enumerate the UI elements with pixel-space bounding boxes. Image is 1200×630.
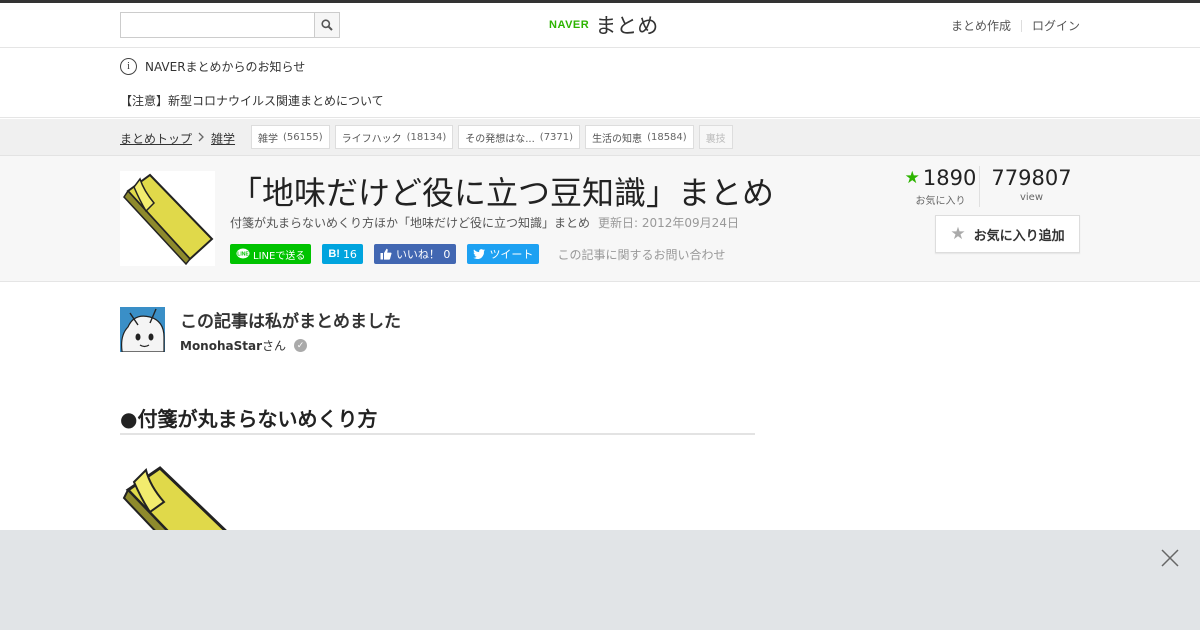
logo-brand: NAVER	[549, 19, 590, 31]
author-suffix: さん	[262, 339, 287, 353]
tag-count: (18584)	[647, 131, 687, 143]
tag-count: (7371)	[539, 131, 574, 143]
line-icon: LINE	[236, 248, 250, 260]
author-heading: この記事は私がまとめました	[180, 312, 401, 332]
breadcrumb-item-top[interactable]: まとめトップ	[120, 130, 192, 147]
tag-label: その発想はな...	[465, 133, 535, 145]
notice-title: i NAVERまとめからのお知らせ	[120, 58, 305, 75]
hatena-bookmark-button[interactable]: B! 16	[322, 244, 363, 264]
author-username[interactable]: MonohaStar	[180, 339, 262, 353]
verified-check-icon: ✓	[294, 339, 308, 352]
twitter-share-label: ツイート	[489, 248, 534, 261]
twitter-share-button[interactable]: ツイート	[467, 244, 540, 264]
favorite-stat: ★ 1890 お気に入り	[905, 166, 980, 207]
divider	[1020, 19, 1022, 32]
site-logo[interactable]: NAVER まとめ	[549, 10, 658, 40]
search-icon	[321, 19, 333, 31]
search-box	[120, 12, 340, 38]
sticky-note-image	[122, 466, 227, 530]
updated-date: 更新日: 2012年09月24日	[598, 216, 739, 230]
section-image	[120, 460, 260, 530]
star-icon: ★	[950, 224, 966, 244]
hatena-icon: B!	[328, 248, 340, 260]
search-button[interactable]	[314, 13, 339, 37]
notice-panel: i NAVERまとめからのお知らせ 【注意】新型コロナウイルス関連まとめについて	[0, 48, 1200, 118]
tag-item[interactable]: 雑学 (56155)	[251, 125, 330, 149]
view-label: view	[1019, 192, 1044, 203]
author-name: MonohaStar さん ✓	[180, 337, 308, 354]
sticky-note-image	[123, 173, 214, 266]
tag-item[interactable]: 生活の知恵 (18584)	[585, 125, 694, 149]
logo-name: まとめ	[595, 14, 659, 38]
header-links: まとめ作成 ログイン	[951, 17, 1080, 34]
site-header: NAVER まとめ まとめ作成 ログイン	[0, 3, 1200, 48]
facebook-like-button[interactable]: いいね！ 0	[373, 244, 457, 264]
tag-item[interactable]: 裏技	[698, 125, 733, 149]
star-icon: ★	[904, 168, 920, 188]
favorite-label: お気に入り	[915, 196, 966, 207]
notice-title-text: NAVERまとめからのお知らせ	[145, 60, 306, 74]
create-matome-link[interactable]: まとめ作成	[951, 17, 1011, 34]
add-favorite-label: お気に入り追加	[973, 228, 1065, 244]
view-stat: 779807 view	[980, 166, 1075, 207]
tag-item[interactable]: その発想はな... (7371)	[458, 125, 581, 149]
thumbs-up-icon	[380, 248, 392, 260]
tag-label: 生活の知恵	[592, 133, 643, 145]
chevron-right-icon	[198, 132, 205, 145]
favorite-count: 1890	[922, 166, 977, 190]
breadcrumb-item-category[interactable]: 雑学	[211, 130, 235, 147]
avatar[interactable]	[120, 307, 165, 352]
tag-label: ライフハック	[341, 133, 402, 145]
breadcrumb: まとめトップ 雑学	[120, 130, 235, 147]
notice-link[interactable]: 【注意】新型コロナウイルス関連まとめについて	[120, 92, 384, 109]
line-share-label: LINEで送る	[253, 250, 306, 262]
facebook-like-label: いいね！ 0	[395, 248, 451, 261]
login-link[interactable]: ログイン	[1032, 17, 1080, 34]
article-description: 付箋が丸まらないめくり方ほか「地味だけど役に立つ知識」まとめ 更新日: 2012年…	[230, 214, 739, 231]
add-favorite-button[interactable]: ★ お気に入り追加	[935, 215, 1080, 253]
line-share-button[interactable]: LINE LINEで送る	[230, 244, 312, 264]
tag-list: 雑学 (56155) ライフハック (18134) その発想はな... (7371) …	[251, 125, 738, 149]
tag-count: (18134)	[406, 131, 447, 143]
article-stats: ★ 1890 お気に入り 779807 view	[905, 166, 1075, 207]
section-heading: ●付箋が丸まらないめくり方	[120, 403, 755, 435]
ad-overlay	[0, 530, 1200, 630]
favorite-count-row: ★ 1890	[905, 166, 977, 190]
close-icon	[1161, 549, 1179, 567]
info-icon: i	[120, 58, 137, 75]
twitter-bird-icon	[473, 249, 486, 259]
svg-text:LINE: LINE	[237, 252, 249, 258]
search-input[interactable]	[121, 13, 315, 37]
article-thumbnail	[120, 171, 215, 266]
article-title: 「地味だけど役に立つ豆知識」まとめ	[230, 174, 775, 212]
contact-link[interactable]: この記事に関するお問い合わせ	[557, 246, 725, 263]
tag-label: 雑学	[258, 133, 278, 145]
tag-item[interactable]: ライフハック (18134)	[334, 125, 454, 149]
share-buttons: LINE LINEで送る B! 16 いいね！ 0 ツイート この記事に関するお…	[230, 244, 725, 264]
hatena-count: 16	[342, 247, 357, 261]
tag-count: (56155)	[283, 131, 323, 143]
breadcrumb-bar: まとめトップ 雑学 雑学 (56155) ライフハック (18134) その発想はな…	[0, 119, 1200, 156]
view-count: 779807	[991, 166, 1072, 190]
tag-label: 裏技	[705, 133, 726, 145]
close-button[interactable]	[1160, 548, 1180, 568]
article-header: 「地味だけど役に立つ豆知識」まとめ 付箋が丸まらないめくり方ほか「地味だけど役に…	[0, 156, 1200, 282]
description-text: 付箋が丸まらないめくり方ほか「地味だけど役に立つ知識」まとめ	[230, 216, 591, 230]
